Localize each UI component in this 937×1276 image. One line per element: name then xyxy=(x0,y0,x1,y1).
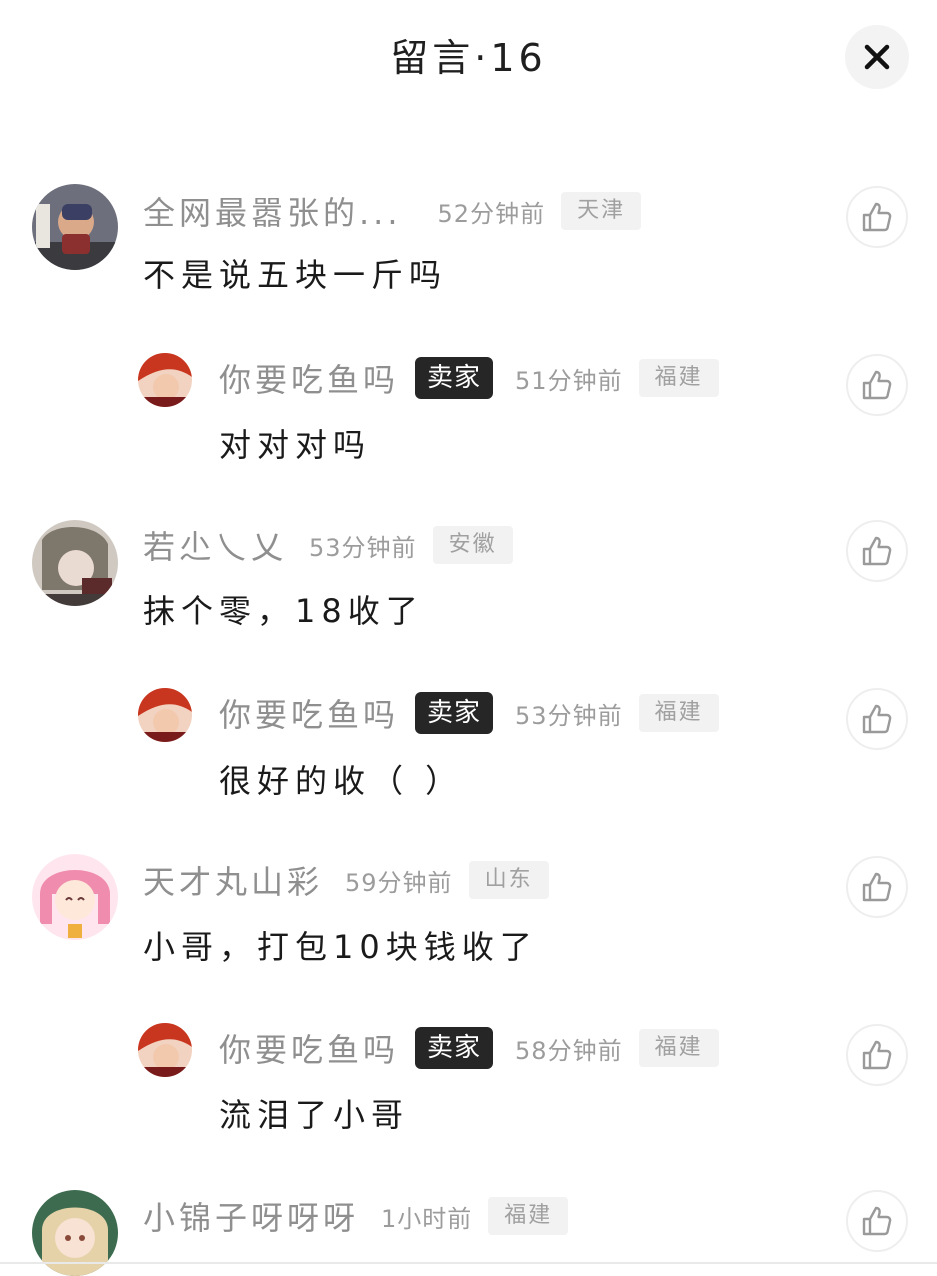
avatar[interactable] xyxy=(138,688,192,742)
comment-meta: 你要吃鱼吗 卖家 58分钟前 福建 xyxy=(219,1027,719,1069)
seller-badge: 卖家 xyxy=(415,1027,494,1069)
location-tag: 福建 xyxy=(638,694,719,732)
thumbs-up-icon xyxy=(862,872,892,902)
like-button[interactable] xyxy=(846,1190,908,1252)
username[interactable]: 你要吃鱼吗 xyxy=(219,1025,399,1071)
like-button[interactable] xyxy=(846,1024,908,1086)
thumbs-up-icon xyxy=(862,1206,892,1236)
comment-text: 不是说五块一斤吗 xyxy=(143,256,448,294)
thumbs-up-icon xyxy=(862,1040,892,1070)
location-tag: 福建 xyxy=(638,1029,719,1067)
comment-meta: 全网最嚣张的... 52分钟前 天津 xyxy=(143,188,642,234)
location-tag: 山东 xyxy=(468,861,549,899)
comment-list: 全网最嚣张的... 52分钟前 天津 不是说五块一斤吗 你要吃鱼吗 卖家 51分… xyxy=(0,0,937,1276)
timestamp: 59分钟前 xyxy=(345,868,453,897)
timestamp: 58分钟前 xyxy=(515,1036,623,1065)
like-button[interactable] xyxy=(846,186,908,248)
comment-text: 抹个零，18收了 xyxy=(143,592,424,630)
username[interactable]: 你要吃鱼吗 xyxy=(219,355,399,401)
avatar[interactable] xyxy=(138,353,192,407)
avatar[interactable] xyxy=(32,520,118,606)
like-button[interactable] xyxy=(846,354,908,416)
comment-text: 小哥，打包10块钱收了 xyxy=(143,928,538,966)
timestamp: 1小时前 xyxy=(381,1204,473,1233)
location-tag: 天津 xyxy=(561,192,642,230)
timestamp: 51分钟前 xyxy=(515,366,623,395)
thumbs-up-icon xyxy=(862,370,892,400)
comment-meta: 小锦子呀呀呀 1小时前 福建 xyxy=(143,1193,569,1239)
avatar[interactable] xyxy=(32,184,118,270)
like-button[interactable] xyxy=(846,688,908,750)
seller-badge: 卖家 xyxy=(415,357,494,399)
thumbs-up-icon xyxy=(862,202,892,232)
seller-badge: 卖家 xyxy=(415,692,494,734)
comments-sheet: 留言·16 全网最嚣张的... 52分钟前 天津 不是说五块一斤吗 你要吃鱼吗 … xyxy=(0,0,937,1276)
location-tag: 安徽 xyxy=(432,526,513,564)
thumbs-up-icon xyxy=(862,536,892,566)
avatar[interactable] xyxy=(138,1023,192,1077)
comment-meta: 若尐乀乂 53分钟前 安徽 xyxy=(143,524,513,566)
comment-text: 流泪了小哥 xyxy=(219,1096,410,1134)
username[interactable]: 小锦子呀呀呀 xyxy=(143,1193,359,1239)
like-button[interactable] xyxy=(846,520,908,582)
username[interactable]: 天才丸山彩 xyxy=(143,857,323,903)
username[interactable]: 你要吃鱼吗 xyxy=(219,690,399,736)
timestamp: 52分钟前 xyxy=(437,199,546,228)
location-tag: 福建 xyxy=(488,1197,569,1235)
comment-meta: 你要吃鱼吗 卖家 53分钟前 福建 xyxy=(219,692,719,734)
timestamp: 53分钟前 xyxy=(515,701,623,730)
like-button[interactable] xyxy=(846,856,908,918)
thumbs-up-icon xyxy=(862,704,892,734)
username[interactable]: 全网最嚣张的... xyxy=(143,188,402,234)
username[interactable]: 若尐乀乂 xyxy=(143,522,287,568)
comment-text: 对对对吗 xyxy=(219,426,372,464)
location-tag: 福建 xyxy=(638,359,719,397)
comment-meta: 天才丸山彩 59分钟前 山东 xyxy=(143,859,549,901)
divider xyxy=(0,1262,937,1264)
comment-meta: 你要吃鱼吗 卖家 51分钟前 福建 xyxy=(219,357,719,399)
timestamp: 53分钟前 xyxy=(309,533,417,562)
comment-text: 很好的收（ ） xyxy=(219,762,464,800)
avatar[interactable] xyxy=(32,854,118,940)
